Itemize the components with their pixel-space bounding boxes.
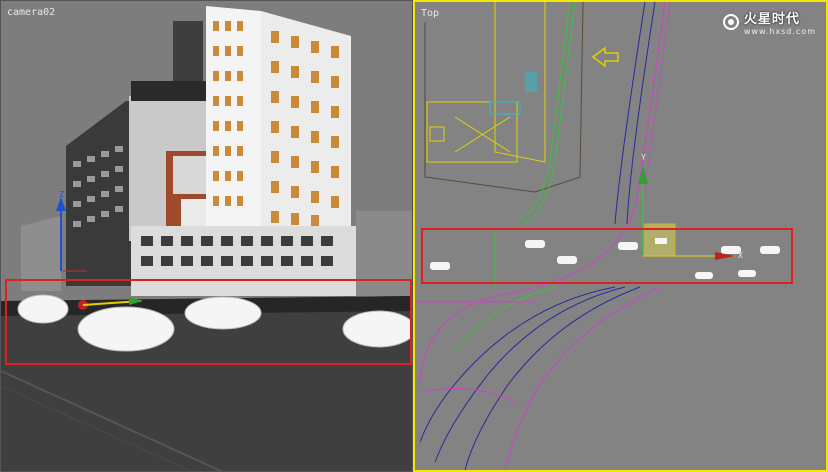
highlight-box-camera bbox=[5, 279, 412, 365]
highlight-box-top bbox=[421, 228, 793, 284]
viewport-label-top[interactable]: Top bbox=[421, 8, 439, 19]
viewport-label-camera[interactable]: camera02 bbox=[7, 7, 55, 18]
gizmo-z-label: Z bbox=[59, 190, 64, 199]
brand-logo-icon bbox=[722, 14, 739, 30]
gizmo-y-label: Y bbox=[641, 153, 646, 162]
camera-viewport[interactable]: camera02 Z bbox=[0, 0, 413, 472]
camera-scene: Z bbox=[1, 1, 412, 471]
watermark-brand: 火星时代 bbox=[743, 12, 800, 27]
top-viewport[interactable]: Top 火星时代 www.hxsd.com Y X bbox=[413, 0, 828, 472]
watermark: 火星时代 www.hxsd.com bbox=[722, 8, 816, 36]
watermark-url: www.hxsd.com bbox=[743, 27, 816, 36]
